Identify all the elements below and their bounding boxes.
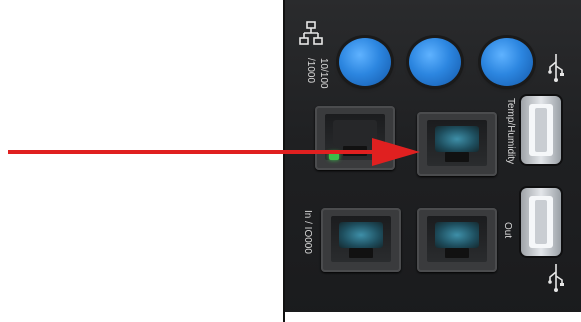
red-arrow [8, 138, 420, 166]
